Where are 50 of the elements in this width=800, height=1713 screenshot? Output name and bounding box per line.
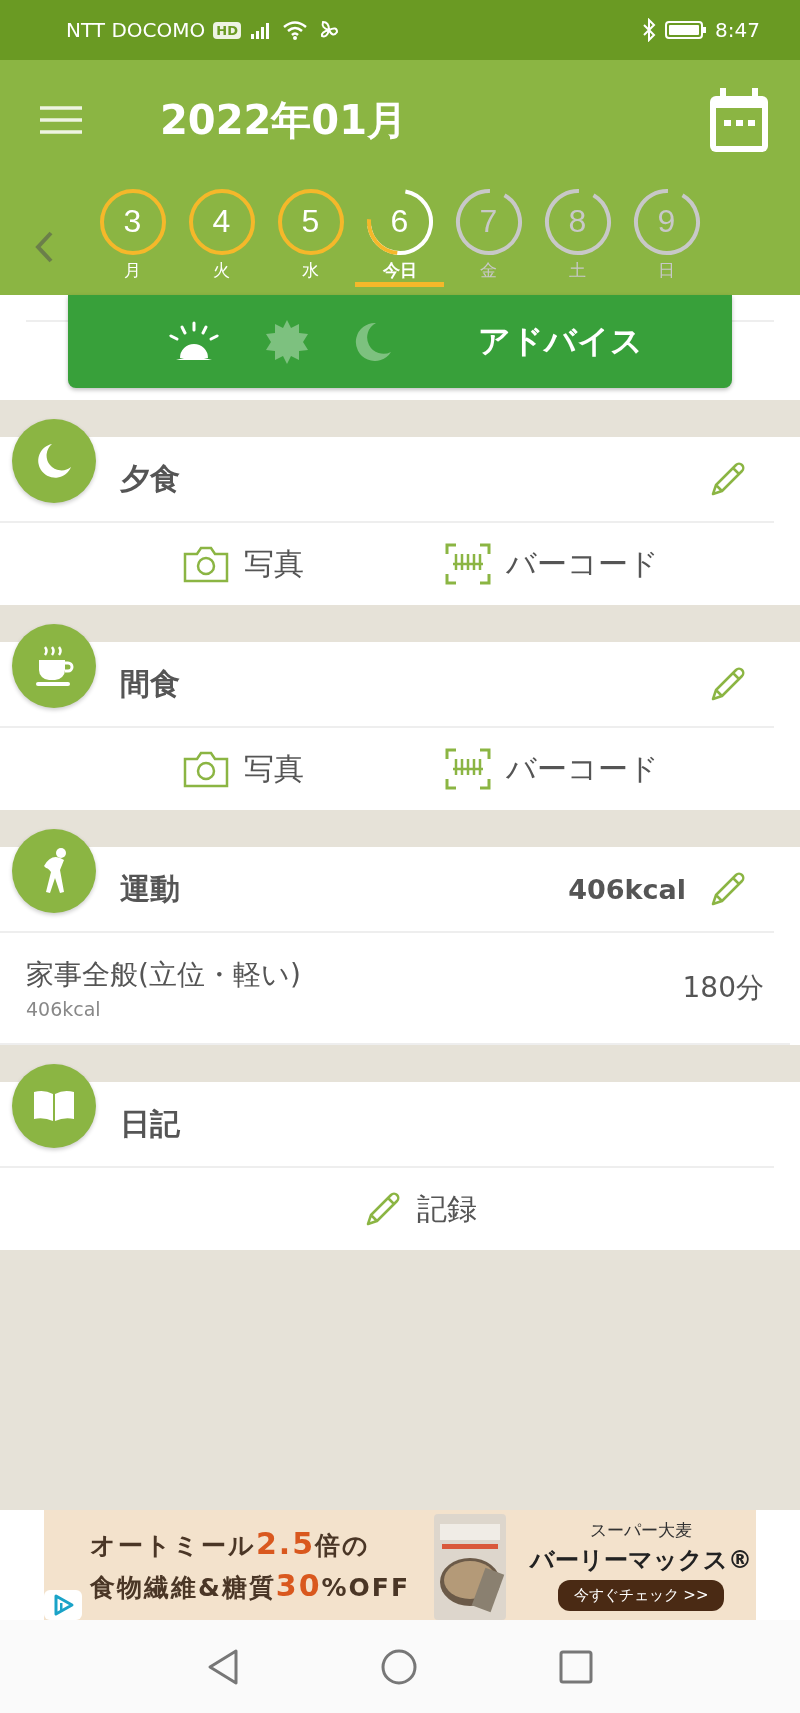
month-title: 2022年01月 bbox=[160, 95, 408, 145]
section-title: 間食 bbox=[120, 664, 181, 703]
progress-ring bbox=[98, 188, 167, 256]
photo-button[interactable]: 写真 bbox=[181, 748, 304, 790]
progress-ring bbox=[454, 188, 523, 256]
section-title: 夕食 bbox=[120, 459, 181, 498]
check-now-button[interactable]: 今すぐチェック >> bbox=[557, 1580, 725, 1611]
photo-button[interactable]: 写真 bbox=[181, 543, 304, 585]
ad-headline: オートミール2.5倍の bbox=[90, 1526, 372, 1562]
book-icon bbox=[31, 1088, 77, 1124]
record-button[interactable]: 記録 bbox=[363, 1188, 477, 1230]
coffee-cup-icon bbox=[33, 644, 75, 688]
brand-subtitle: スーパー大麦 bbox=[590, 1519, 693, 1542]
progress-ring bbox=[543, 188, 612, 256]
exercise-duration: 180分 bbox=[682, 970, 764, 1006]
progress-ring bbox=[632, 188, 701, 256]
recents-icon[interactable] bbox=[558, 1648, 594, 1685]
carrier-name: NTT DOCOMO bbox=[66, 18, 206, 42]
camera-icon bbox=[181, 749, 230, 789]
ad-choices-icon[interactable] bbox=[44, 1590, 82, 1620]
day-tab[interactable]: 4 火 bbox=[177, 188, 266, 287]
total-calories: 406kcal bbox=[568, 873, 686, 905]
day-tab[interactable]: 5 水 bbox=[266, 188, 355, 287]
barcode-button[interactable]: バーコード bbox=[443, 542, 659, 586]
section-title: 日記 bbox=[120, 1104, 181, 1143]
section-title: 運動 bbox=[120, 869, 181, 908]
exercise-name: 家事全般(立位・軽い) bbox=[26, 957, 302, 993]
back-icon[interactable] bbox=[206, 1647, 240, 1686]
ad-banner[interactable]: オートミール2.5倍の 食物繊維&糖質30%OFF スーパー大麦 バーリーマックス® 今すぐチェック >> bbox=[44, 1510, 756, 1620]
advice-button[interactable]: アドバイス bbox=[68, 295, 732, 388]
bluetooth-icon bbox=[641, 18, 658, 42]
hd-badge: HD bbox=[213, 21, 241, 39]
exercise-calories: 406kcal bbox=[26, 998, 102, 1020]
barcode-scan-icon bbox=[443, 747, 492, 791]
progress-ring bbox=[187, 188, 256, 256]
calendar-button[interactable] bbox=[708, 86, 770, 154]
camera-icon bbox=[181, 544, 230, 584]
brand-name: バーリーマックス® bbox=[530, 1545, 753, 1576]
day-tab[interactable]: 3 月 bbox=[88, 188, 177, 287]
battery-icon bbox=[665, 19, 708, 41]
progress-ring bbox=[365, 188, 434, 256]
chevron-left-icon[interactable] bbox=[34, 230, 54, 264]
barcode-scan-icon bbox=[443, 542, 492, 586]
ad-headline: 食物繊維&糖質30%OFF bbox=[90, 1568, 411, 1604]
day-tab[interactable]: 6 今日 bbox=[355, 188, 444, 287]
barcode-button[interactable]: バーコード bbox=[443, 747, 659, 791]
home-icon[interactable] bbox=[380, 1647, 418, 1686]
progress-ring bbox=[276, 188, 345, 256]
clock-time: 8:47 bbox=[715, 18, 760, 42]
menu-button[interactable] bbox=[40, 104, 82, 136]
